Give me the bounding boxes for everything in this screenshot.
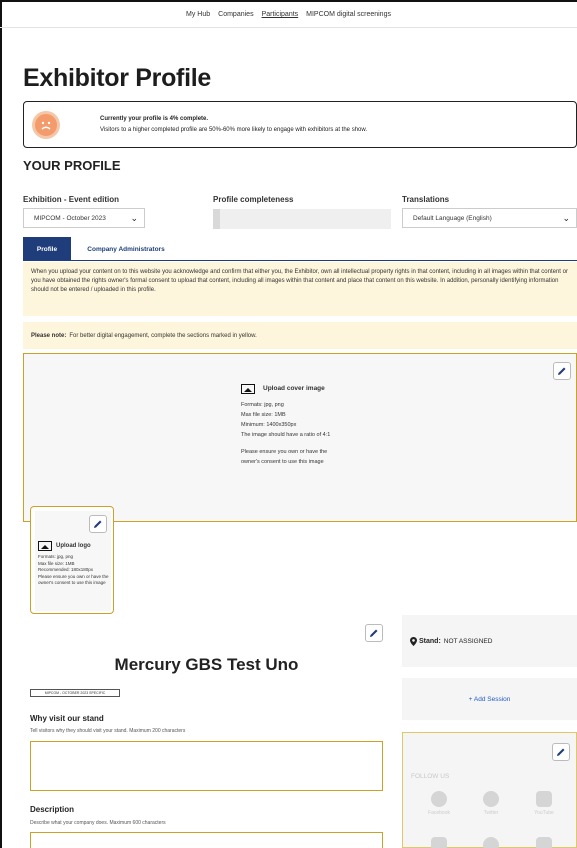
- completion-hint-text: Visitors to a higher completed profile a…: [100, 126, 368, 133]
- cover-minimum: Minimum: 1400x350px: [241, 422, 297, 428]
- follow-us-card: FOLLOW US Facebook Twitter YouTube: [402, 732, 577, 848]
- cover-consent-line1: Please ensure you own or have the: [241, 449, 328, 455]
- engagement-note-label: Please note:: [31, 332, 67, 339]
- top-navigation: My Hub Companies Participants MIPCOM dig…: [0, 2, 577, 28]
- image-icon: [241, 384, 255, 394]
- stand-value: NOT ASSIGNED: [443, 637, 493, 645]
- completion-status-text: Currently your profile is 4% complete.: [100, 115, 209, 122]
- stand-card: Stand: NOT ASSIGNED: [402, 615, 577, 667]
- ip-rights-notice: When you upload your content on to this …: [23, 262, 577, 316]
- upload-cover-title: Upload cover image: [263, 385, 325, 392]
- completeness-progress-bar: [213, 209, 391, 229]
- chevron-down-icon: ⌄: [130, 213, 138, 223]
- exhibition-label: Exhibition - Event edition: [23, 195, 119, 204]
- edit-social-button[interactable]: [552, 743, 570, 761]
- nav-participants[interactable]: Participants: [262, 11, 299, 18]
- image-icon: [38, 541, 52, 551]
- sad-face-icon: [32, 110, 60, 139]
- edit-cover-button[interactable]: [553, 362, 571, 380]
- follow-us-title: FOLLOW US: [411, 773, 450, 780]
- add-session-button[interactable]: + Add Session: [402, 678, 577, 720]
- nav-companies[interactable]: Companies: [218, 11, 253, 18]
- logo-upload-area[interactable]: Upload logo Formats: jpg, png Max file s…: [30, 506, 114, 614]
- engagement-note-text: For better digital engagement, complete …: [69, 332, 257, 339]
- edit-company-info-button[interactable]: [365, 624, 383, 642]
- twitter-label: Twitter: [483, 810, 499, 816]
- twitter-icon: [483, 791, 499, 807]
- completeness-label: Profile completeness: [213, 195, 294, 204]
- window-left-border: [0, 0, 2, 848]
- why-visit-input[interactable]: [30, 741, 383, 791]
- exhibition-select[interactable]: MIPCOM - October 2023 ⌄: [23, 208, 145, 228]
- logo-consent: Please ensure you own or have the owner'…: [38, 573, 109, 586]
- tab-company-administrators[interactable]: Company Administrators: [71, 237, 181, 261]
- completeness-progress-fill: [213, 209, 221, 229]
- pencil-icon: [370, 629, 378, 637]
- nav-digital-screenings[interactable]: MIPCOM digital screenings: [306, 11, 391, 18]
- youtube-label: YouTube: [534, 810, 554, 816]
- cover-formats: Formats: jpg, png: [241, 402, 284, 408]
- stand-label: Stand:: [419, 637, 441, 645]
- chat-icon: [483, 837, 499, 848]
- tab-profile[interactable]: Profile: [23, 237, 71, 261]
- edit-logo-button[interactable]: [89, 515, 107, 533]
- instagram-icon: [536, 837, 552, 848]
- why-visit-description: Tell visitors why they should visit your…: [30, 728, 186, 734]
- pencil-icon: [558, 367, 566, 375]
- engagement-note: Please note: For better digital engageme…: [23, 322, 577, 349]
- description-hint: Describe what your company does. Maximum…: [30, 820, 166, 826]
- facebook-link[interactable]: Facebook: [419, 791, 459, 816]
- page-title: Exhibitor Profile: [23, 64, 211, 92]
- pencil-icon: [94, 520, 102, 528]
- company-name: Mercury GBS Test Uno: [114, 655, 299, 674]
- facebook-icon: [431, 791, 447, 807]
- section-title: YOUR PROFILE: [23, 158, 121, 173]
- facebook-label: Facebook: [428, 810, 450, 816]
- description-title: Description: [30, 805, 75, 814]
- youtube-icon: [536, 791, 552, 807]
- nav-my-hub[interactable]: My Hub: [186, 11, 210, 18]
- youtube-link[interactable]: YouTube: [524, 791, 564, 816]
- cover-image-upload-area[interactable]: Upload cover image Formats: jpg, png Max…: [23, 353, 577, 522]
- cover-consent-line2: owner's consent to use this image: [241, 459, 324, 465]
- cover-ratio: The image should have a ratio of 4:1: [241, 432, 331, 438]
- linkedin-icon: [431, 837, 447, 848]
- profile-tabs: Profile Company Administrators: [23, 237, 577, 261]
- chevron-down-icon: ⌄: [562, 213, 570, 223]
- wechat-link[interactable]: [471, 837, 511, 848]
- linkedin-link[interactable]: [419, 837, 459, 848]
- instagram-link[interactable]: [524, 837, 564, 848]
- twitter-link[interactable]: Twitter: [471, 791, 511, 816]
- exhibition-select-value: MIPCOM - October 2023: [34, 214, 106, 222]
- translations-label: Translations: [402, 195, 450, 204]
- location-pin-icon: [410, 636, 417, 646]
- description-input[interactable]: [30, 832, 383, 848]
- upload-logo-title: Upload logo: [56, 542, 91, 549]
- pencil-icon: [557, 748, 565, 756]
- cover-max-size: Max file size: 1MB: [241, 412, 286, 418]
- why-visit-title: Why visit our stand: [30, 714, 104, 723]
- translations-select-value: Default Language (English): [413, 214, 492, 222]
- translations-select[interactable]: Default Language (English) ⌄: [402, 208, 577, 228]
- event-tag: MIPCOM - OCTOBER 2023 SPECIFIC: [30, 689, 120, 697]
- profile-completion-banner: Currently your profile is 4% complete. V…: [23, 101, 577, 148]
